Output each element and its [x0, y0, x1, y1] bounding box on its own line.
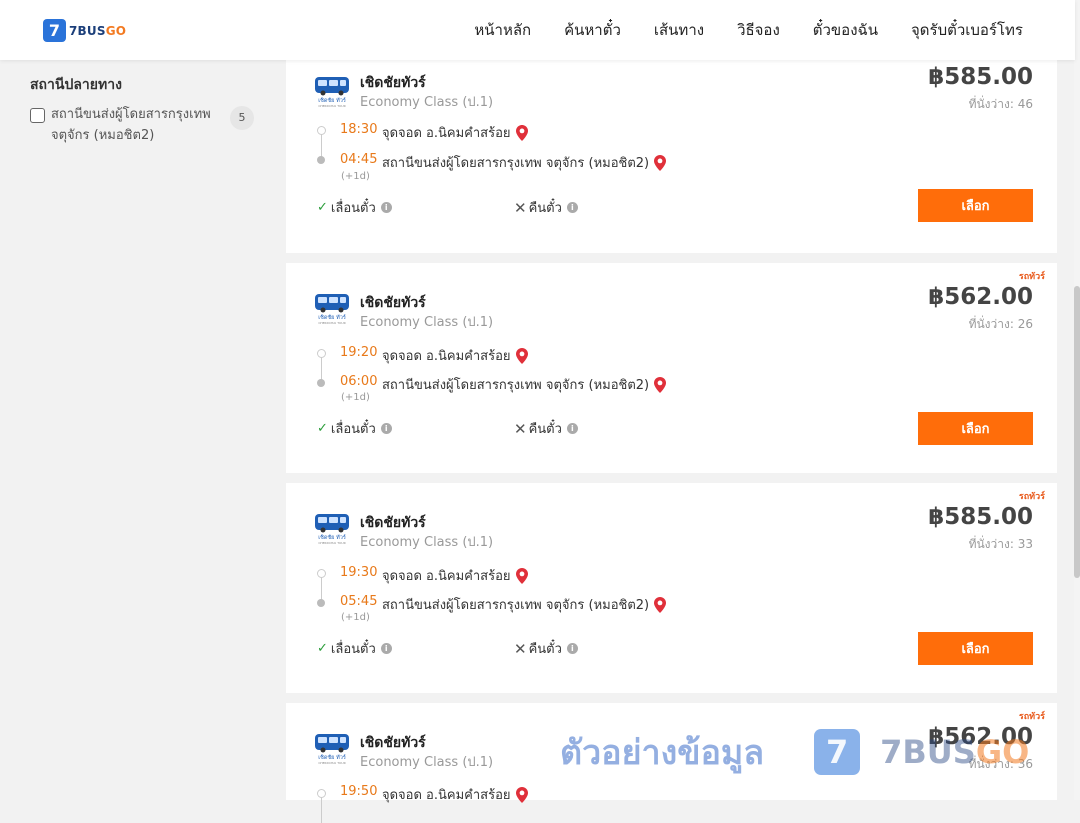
- refund-option: ✕ คืนตั๋ว i: [514, 638, 578, 659]
- nav-home[interactable]: หน้าหลัก: [474, 18, 531, 42]
- map-pin-icon[interactable]: [654, 597, 666, 613]
- trip-card: รถทัวร์ เชิดชัยทัวร์ Economy Class (ป.1)…: [286, 263, 1057, 473]
- info-icon[interactable]: i: [566, 643, 578, 654]
- check-icon: ✓: [317, 200, 328, 215]
- seats-available: ที่นั่งว่าง: 26: [968, 317, 1033, 331]
- trip-price: ฿562.00: [928, 284, 1033, 310]
- trip-card: รถทัวร์ เชิดชัยทัวร์ Economy Class (ป.1)…: [286, 483, 1057, 693]
- refund-option: ✕ คืนตั๋ว i: [514, 418, 578, 439]
- trip-price: ฿585.00: [928, 64, 1033, 90]
- seats-available: ที่นั่งว่าง: 33: [968, 537, 1033, 551]
- arrival-time: 04:45: [340, 152, 378, 167]
- destination-count-badge: 5: [230, 106, 254, 130]
- arrival-stop: สถานีขนส่งผู้โดยสารกรุงเทพ จตุจักร (หมอช…: [382, 152, 666, 173]
- map-pin-icon[interactable]: [654, 377, 666, 393]
- map-pin-icon[interactable]: [516, 568, 528, 584]
- seats-available: ที่นั่งว่าง: 36: [968, 757, 1033, 771]
- destination-filter-option[interactable]: สถานีขนส่งผู้โดยสารกรุงเทพ จตุจักร (หมอช…: [30, 106, 260, 146]
- arrival-dot-icon: [317, 379, 325, 387]
- nav-my-tickets[interactable]: ตั๋วของฉัน: [813, 18, 878, 42]
- check-icon: ✓: [317, 421, 328, 436]
- map-pin-icon[interactable]: [516, 125, 528, 141]
- scrollbar-thumb[interactable]: [1074, 286, 1080, 578]
- select-trip-button[interactable]: เลือก: [918, 412, 1033, 445]
- top-header: 7 7BUSGO หน้าหลัก ค้นหาตั๋ว เส้นทาง วิธี…: [0, 0, 1075, 60]
- bus-type-tag: รถทัวร์: [1018, 492, 1045, 502]
- arrival-time: 06:00: [340, 374, 378, 389]
- logo-text: 7BUSGO: [69, 23, 127, 38]
- operator-logo-icon: [313, 291, 351, 325]
- info-icon[interactable]: i: [566, 202, 578, 213]
- select-trip-button[interactable]: เลือก: [918, 632, 1033, 665]
- bus-type-tag: รถทัวร์: [1018, 272, 1045, 282]
- arrival-time: 05:45: [340, 594, 378, 609]
- main-nav: หน้าหลัก ค้นหาตั๋ว เส้นทาง วิธีจอง ตั๋วข…: [441, 0, 1023, 60]
- destination-filter-label[interactable]: สถานีขนส่งผู้โดยสารกรุงเทพ จตุจักร (หมอช…: [51, 104, 221, 146]
- departure-dot-icon: [317, 349, 326, 358]
- departure-dot-icon: [317, 569, 326, 578]
- departure-time: 19:50: [340, 784, 378, 799]
- arrival-stop: สถานีขนส่งผู้โดยสารกรุงเทพ จตุจักร (หมอช…: [382, 374, 666, 395]
- nav-routes[interactable]: เส้นทาง: [654, 18, 704, 42]
- trip-card: รถทัวร์ เชิดชัยทัวร์ Economy Class (ป.1)…: [286, 703, 1057, 823]
- cross-icon: ✕: [514, 639, 527, 658]
- operator-logo-icon: [313, 511, 351, 545]
- arrival-stop: สถานีขนส่งผู้โดยสารกรุงเทพ จตุจักร (หมอช…: [382, 594, 666, 615]
- departure-time: 18:30: [340, 122, 378, 137]
- reschedule-option: ✓ เลื่อนตั๋ว i: [317, 197, 392, 218]
- check-icon: ✓: [317, 641, 328, 656]
- next-day-indicator: (+1d): [341, 392, 370, 403]
- seat-class: Economy Class (ป.1): [360, 315, 494, 330]
- nav-pickup-points[interactable]: จุดรับตั๋วเบอร์โทร: [911, 18, 1023, 42]
- info-icon[interactable]: i: [380, 643, 392, 654]
- seat-class: Economy Class (ป.1): [360, 755, 494, 770]
- map-pin-icon[interactable]: [516, 787, 528, 803]
- departure-dot-icon: [317, 789, 326, 798]
- map-pin-icon[interactable]: [654, 155, 666, 171]
- select-trip-button[interactable]: เลือก: [918, 189, 1033, 222]
- map-pin-icon[interactable]: [516, 348, 528, 364]
- destination-filter-title: สถานีปลายทาง: [30, 77, 122, 93]
- departure-stop: จุดจอด อ.นิคมคำสร้อย: [382, 565, 528, 586]
- reschedule-option: ✓ เลื่อนตั๋ว i: [317, 638, 392, 659]
- info-icon[interactable]: i: [566, 423, 578, 434]
- site-logo[interactable]: 7 7BUSGO: [43, 19, 126, 42]
- departure-stop: จุดจอด อ.นิคมคำสร้อย: [382, 122, 528, 143]
- arrival-dot-icon: [317, 156, 325, 164]
- departure-dot-icon: [317, 126, 326, 135]
- cross-icon: ✕: [514, 419, 527, 438]
- next-day-indicator: (+1d): [341, 612, 370, 623]
- departure-time: 19:20: [340, 345, 378, 360]
- refund-option: ✕ คืนตั๋ว i: [514, 197, 578, 218]
- operator-logo-icon: [313, 731, 351, 765]
- logo-badge: 7: [43, 19, 66, 42]
- operator-logo-icon: [313, 74, 351, 108]
- info-icon[interactable]: i: [380, 202, 392, 213]
- cross-icon: ✕: [514, 198, 527, 217]
- departure-time: 19:30: [340, 565, 378, 580]
- destination-checkbox[interactable]: [30, 108, 45, 123]
- departure-stop: จุดจอด อ.นิคมคำสร้อย: [382, 345, 528, 366]
- trip-price: ฿585.00: [928, 504, 1033, 530]
- nav-search-ticket[interactable]: ค้นหาตั๋ว: [564, 18, 621, 42]
- reschedule-option: ✓ เลื่อนตั๋ว i: [317, 418, 392, 439]
- departure-stop: จุดจอด อ.นิคมคำสร้อย: [382, 784, 528, 805]
- bus-type-tag: รถทัวร์: [1018, 712, 1045, 722]
- seat-class: Economy Class (ป.1): [360, 95, 494, 110]
- nav-how-to-book[interactable]: วิธีจอง: [737, 18, 780, 42]
- seat-class: Economy Class (ป.1): [360, 535, 494, 550]
- info-icon[interactable]: i: [380, 423, 392, 434]
- filter-sidebar: สถานีปลายทาง สถานีขนส่งผู้โดยสารกรุงเทพ …: [30, 74, 260, 146]
- trip-card: เชิดชัยทัวร์ Economy Class (ป.1) ฿585.00…: [286, 60, 1057, 253]
- trip-price: ฿562.00: [928, 724, 1033, 750]
- arrival-dot-icon: [317, 599, 325, 607]
- seats-available: ที่นั่งว่าง: 46: [968, 97, 1033, 111]
- next-day-indicator: (+1d): [341, 171, 370, 182]
